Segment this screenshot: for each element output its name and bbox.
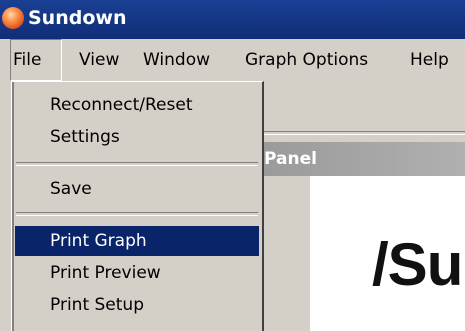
file-menu-dropdown: Reconnect/Reset Settings Save Print Grap… — [11, 81, 264, 331]
menu-separator — [16, 162, 258, 166]
menu-item-reconnect-reset[interactable]: Reconnect/Reset — [15, 90, 259, 120]
menu-item-settings[interactable]: Settings — [15, 122, 259, 152]
menu-graph-options[interactable]: Graph Options — [245, 39, 368, 81]
menu-window[interactable]: Window — [143, 39, 210, 81]
menu-file[interactable]: File — [10, 39, 62, 81]
menu-item-print-preview[interactable]: Print Preview — [15, 258, 259, 288]
menu-item-save[interactable]: Save — [15, 174, 259, 204]
menu-bar: File View Window Graph Options Help — [0, 39, 465, 81]
toolbar-divider — [260, 131, 465, 135]
menu-view[interactable]: View — [79, 39, 119, 81]
title-bar[interactable]: Sundown — [0, 0, 465, 39]
panel-title-bar: Panel — [260, 142, 465, 176]
panel-margin — [260, 176, 310, 331]
menu-separator — [16, 212, 258, 216]
menu-item-print-graph[interactable]: Print Graph — [15, 226, 259, 256]
window-title: Sundown — [28, 7, 127, 29]
app-logo-icon[interactable] — [2, 7, 24, 29]
menu-item-print-setup[interactable]: Print Setup — [15, 290, 259, 320]
graph-title-text: /Su — [372, 231, 463, 298]
menu-help[interactable]: Help — [410, 39, 449, 81]
